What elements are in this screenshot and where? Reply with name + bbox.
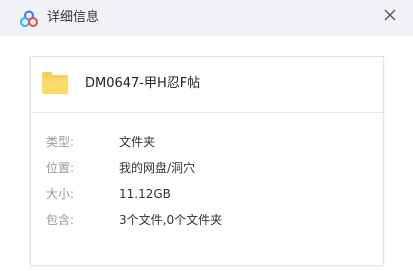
type-value: 文件夹 [119,135,156,149]
location-value: 我的网盘/洞穴 [119,161,196,175]
contains-value: 3个文件,0个文件夹 [119,213,223,227]
detail-row-contains: 包含: 3个文件,0个文件夹 [31,212,383,228]
detail-row-type: 类型: 文件夹 [31,134,383,150]
contains-label: 包含: [46,213,75,227]
close-icon[interactable] [379,4,401,26]
detail-row-location: 位置: 我的网盘/洞穴 [31,160,383,176]
file-header: DM0647-甲H忍F帖 [31,57,383,113]
folder-icon [42,72,68,94]
size-label: 大小: [46,187,75,201]
type-label: 类型: [46,135,75,149]
file-name: DM0647-甲H忍F帖 [85,76,201,91]
title-bar: 详细信息 [0,0,413,36]
detail-row-size: 大小: 11.12GB [31,186,383,202]
dialog-title: 详细信息 [47,10,100,25]
details-card: DM0647-甲H忍F帖 类型: 文件夹 位置: 我的网盘/洞穴 大小: 11.… [30,56,384,266]
details-dialog: 详细信息 DM0647-甲H忍F帖 类型: 文件夹 位置: 我的网盘/洞穴 大小… [0,0,413,271]
location-label: 位置: [46,161,75,175]
size-value: 11.12GB [119,187,171,201]
baidu-cloud-logo-icon [20,10,38,27]
